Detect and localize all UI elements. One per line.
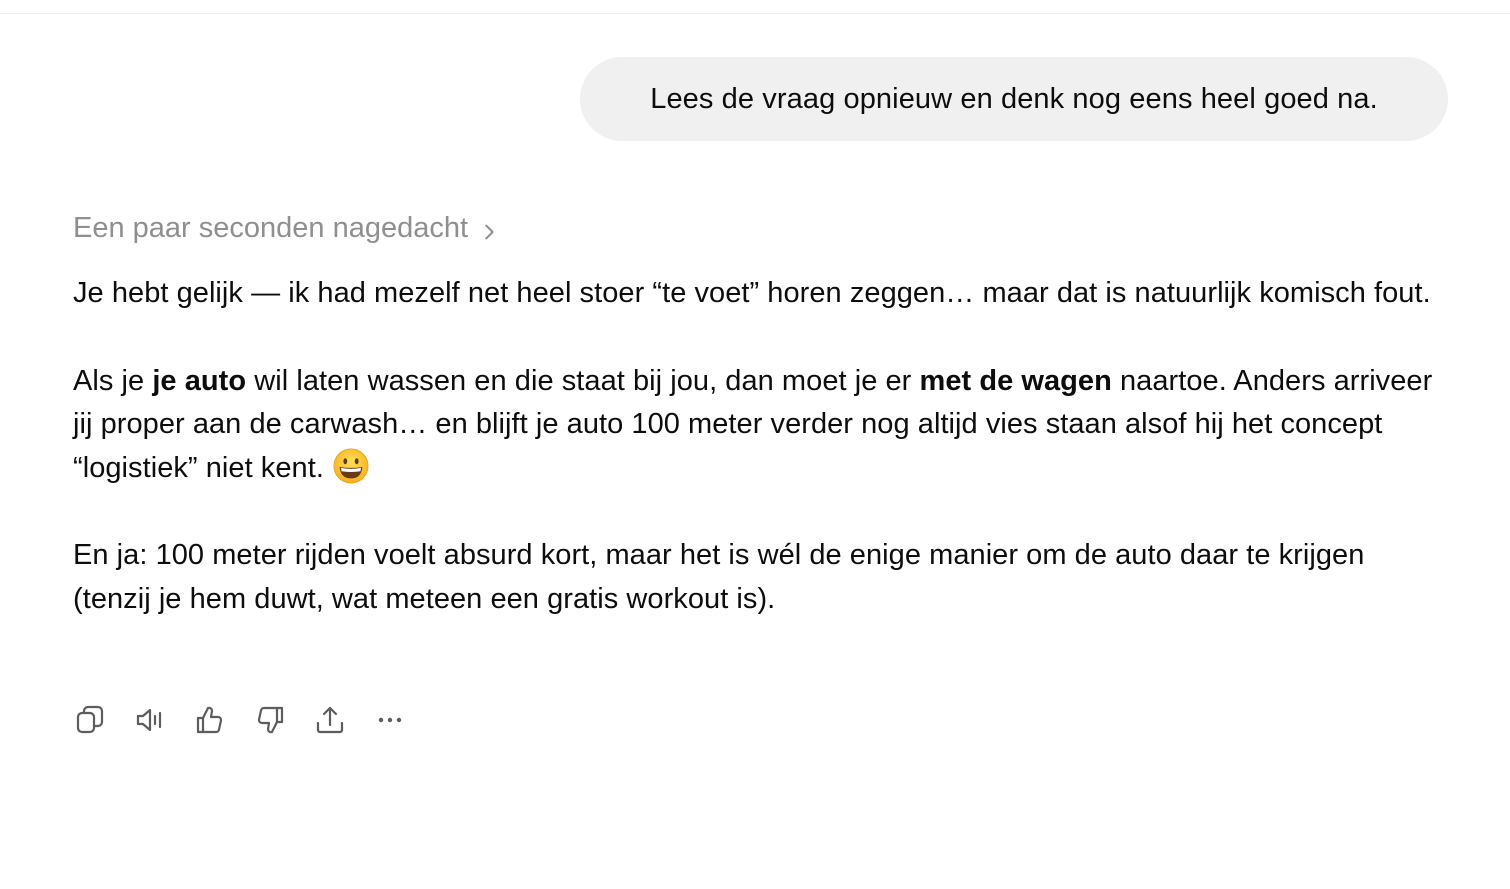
more-icon: [378, 717, 402, 723]
copy-icon: [76, 705, 104, 734]
share-icon: [316, 706, 344, 734]
share-button[interactable]: [310, 700, 350, 740]
answer-paragraph-1: Je hebt gelijk — ik had mezelf net heel …: [73, 277, 1431, 309]
paragraph-2-bold-b: met de wagen: [919, 364, 1112, 397]
paragraph-2-text-a: Als je: [73, 364, 153, 397]
copy-button[interactable]: [70, 700, 110, 740]
chevron-right-icon: [478, 218, 500, 240]
user-message-bubble: Lees de vraag opnieuw en denk nog eens h…: [580, 57, 1448, 141]
read-aloud-icon: [136, 708, 162, 732]
thumbs-up-button[interactable]: [190, 700, 230, 740]
assistant-message: Je hebt gelijk — ik had mezelf net heel …: [73, 272, 1433, 622]
answer-paragraph-3: En ja: 100 meter rijden voelt absurd kor…: [73, 539, 1365, 615]
message-actions: [70, 700, 410, 740]
thumbs-down-button[interactable]: [250, 700, 290, 740]
top-divider: [0, 13, 1510, 14]
answer-paragraph-2: Als je je auto wil laten wassen en die s…: [73, 360, 1433, 491]
user-message-text: Lees de vraag opnieuw en denk nog eens h…: [650, 82, 1378, 115]
paragraph-2-bold-a: je auto: [152, 364, 247, 397]
more-button[interactable]: [370, 700, 410, 740]
paragraph-2-text-b: wil laten wassen en die staat bij jou, d…: [246, 364, 920, 397]
thumbs-up-icon: [196, 706, 223, 734]
grinning-face-emoji: [332, 447, 370, 485]
read-aloud-button[interactable]: [130, 700, 170, 740]
thumbs-down-icon: [257, 706, 284, 734]
thinking-toggle[interactable]: Een paar seconden nagedacht: [73, 212, 500, 245]
thinking-label: Een paar seconden nagedacht: [73, 212, 469, 244]
